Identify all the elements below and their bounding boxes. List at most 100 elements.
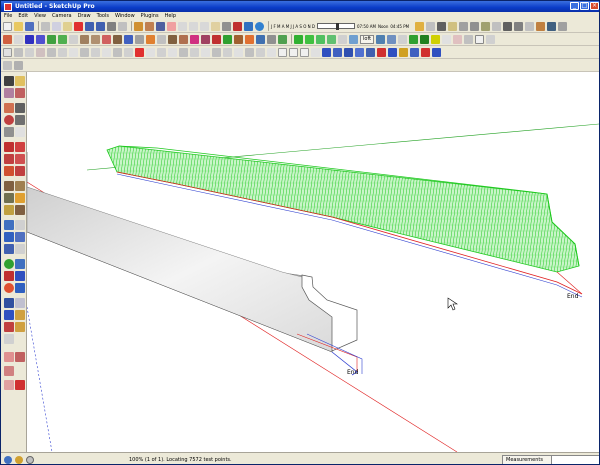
explode-icon[interactable] bbox=[267, 47, 276, 57]
normal-push-pull-icon[interactable] bbox=[267, 34, 276, 44]
extend-icon[interactable] bbox=[113, 47, 122, 57]
rotate-icon[interactable] bbox=[201, 47, 210, 57]
front-view-icon[interactable] bbox=[459, 21, 469, 31]
add-location-tool-icon[interactable] bbox=[4, 298, 14, 308]
shaded-icon[interactable] bbox=[536, 21, 546, 31]
arc-icon[interactable] bbox=[14, 34, 23, 44]
photo-texture-tool-icon[interactable] bbox=[4, 310, 14, 320]
scale-tool-icon[interactable] bbox=[4, 166, 14, 176]
shaded-textures-icon[interactable] bbox=[547, 21, 557, 31]
mirror-icon[interactable] bbox=[168, 47, 177, 57]
panel-icon[interactable] bbox=[289, 47, 298, 57]
blue-plugin-8-icon[interactable] bbox=[432, 47, 441, 57]
tape-tool-icon[interactable] bbox=[4, 181, 14, 191]
offset-tool-icon[interactable] bbox=[15, 166, 25, 176]
outliner-icon[interactable] bbox=[464, 34, 474, 44]
section-icon[interactable] bbox=[168, 34, 177, 44]
dynamic-component-tool-icon[interactable] bbox=[4, 334, 14, 344]
open-icon[interactable] bbox=[14, 21, 23, 31]
blue-plugin-icon[interactable] bbox=[322, 47, 331, 57]
join-icon[interactable] bbox=[36, 47, 45, 57]
door-icon[interactable] bbox=[311, 47, 320, 57]
rectangle-icon[interactable] bbox=[178, 21, 187, 31]
share-component-tool-icon[interactable] bbox=[15, 322, 25, 332]
weld-icon[interactable] bbox=[47, 47, 56, 57]
select-icon[interactable] bbox=[134, 21, 143, 31]
pan-tool-icon[interactable] bbox=[15, 220, 25, 230]
back-view-icon[interactable] bbox=[481, 21, 491, 31]
hidden-line-icon[interactable] bbox=[525, 21, 535, 31]
follow-me-tool-icon[interactable] bbox=[15, 154, 25, 164]
protractor-icon[interactable] bbox=[113, 34, 122, 44]
push-pull-icon[interactable] bbox=[222, 21, 231, 31]
line-icon[interactable] bbox=[189, 21, 198, 31]
close-button[interactable]: × bbox=[590, 2, 599, 10]
curviloft-icon[interactable] bbox=[349, 34, 358, 44]
shadow-slider-thumb[interactable] bbox=[335, 23, 339, 30]
vertex-icon[interactable] bbox=[69, 47, 78, 57]
curve-ring-icon[interactable] bbox=[398, 34, 408, 44]
position-camera-tool-icon[interactable] bbox=[4, 259, 14, 269]
blue-plugin-3-icon[interactable] bbox=[344, 47, 353, 57]
unhide-icon[interactable] bbox=[442, 34, 452, 44]
stack-icon[interactable] bbox=[256, 47, 265, 57]
arrow-icon[interactable] bbox=[14, 47, 23, 57]
right-view-icon[interactable] bbox=[470, 21, 480, 31]
geo-location-icon[interactable] bbox=[4, 455, 12, 464]
menu-plugins[interactable]: Plugins bbox=[141, 13, 159, 19]
rotate-tool-icon[interactable] bbox=[4, 154, 14, 164]
extrude-icon[interactable] bbox=[327, 34, 336, 44]
offset-icon[interactable] bbox=[91, 34, 100, 44]
array-icon[interactable] bbox=[179, 47, 188, 57]
paint-bucket-icon[interactable] bbox=[156, 21, 165, 31]
joint-push-pull-icon[interactable] bbox=[245, 34, 254, 44]
scene-icon[interactable] bbox=[475, 34, 485, 44]
google-earth-icon[interactable] bbox=[255, 21, 264, 31]
arc-tool-icon[interactable] bbox=[15, 115, 25, 125]
save-icon[interactable] bbox=[25, 21, 34, 31]
axes-tool-icon[interactable] bbox=[4, 205, 14, 215]
menu-draw[interactable]: Draw bbox=[78, 13, 91, 19]
dimension-tool-icon[interactable] bbox=[15, 181, 25, 191]
eraser-tool-icon[interactable] bbox=[4, 88, 14, 98]
help-icon[interactable] bbox=[26, 455, 34, 464]
zoom-extents-tool-icon[interactable] bbox=[4, 244, 14, 254]
shadow-time-slider[interactable] bbox=[316, 23, 355, 30]
loft-button[interactable]: loft bbox=[360, 34, 375, 44]
cut-icon[interactable] bbox=[41, 21, 50, 31]
3d-text-icon[interactable] bbox=[157, 34, 166, 44]
intersect-icon[interactable] bbox=[124, 47, 133, 57]
toggle-terrain-tool-icon[interactable] bbox=[15, 298, 25, 308]
freehand-tool-icon[interactable] bbox=[15, 127, 25, 137]
zoom-tool-icon[interactable] bbox=[4, 232, 14, 242]
plugin-c-tool-icon[interactable] bbox=[4, 366, 14, 376]
move-icon[interactable] bbox=[212, 47, 221, 57]
distribute-icon[interactable] bbox=[245, 47, 254, 57]
copy-icon[interactable] bbox=[52, 21, 61, 31]
model-info-icon[interactable] bbox=[118, 21, 127, 31]
orbit-tool-icon[interactable] bbox=[4, 220, 14, 230]
circle-tool-icon[interactable] bbox=[4, 115, 14, 125]
skinning-icon[interactable] bbox=[387, 34, 397, 44]
push-pull-tool-icon[interactable] bbox=[15, 142, 25, 152]
divide-icon[interactable] bbox=[80, 34, 89, 44]
blue-plugin-6-icon[interactable] bbox=[388, 47, 397, 57]
top-view-icon[interactable] bbox=[448, 21, 458, 31]
bubble-icon[interactable] bbox=[305, 34, 314, 44]
surface-icon[interactable] bbox=[420, 34, 430, 44]
shadow-toggle-icon[interactable] bbox=[415, 21, 425, 31]
hide-icon[interactable] bbox=[431, 34, 441, 44]
red-plugin-icon[interactable] bbox=[377, 47, 386, 57]
protractor-tool-icon[interactable] bbox=[4, 193, 14, 203]
window-icon[interactable] bbox=[300, 47, 309, 57]
flip-edge-icon[interactable] bbox=[234, 34, 243, 44]
line-tool-icon[interactable] bbox=[15, 103, 25, 113]
home-icon[interactable] bbox=[211, 21, 220, 31]
axes-icon[interactable] bbox=[146, 34, 155, 44]
scale-icon[interactable] bbox=[190, 47, 199, 57]
undo-push-pull-icon[interactable] bbox=[278, 34, 287, 44]
move-tool-icon[interactable] bbox=[4, 142, 14, 152]
text-icon[interactable] bbox=[135, 34, 144, 44]
trim-icon[interactable] bbox=[102, 47, 111, 57]
3d-text-tool-icon[interactable] bbox=[15, 205, 25, 215]
